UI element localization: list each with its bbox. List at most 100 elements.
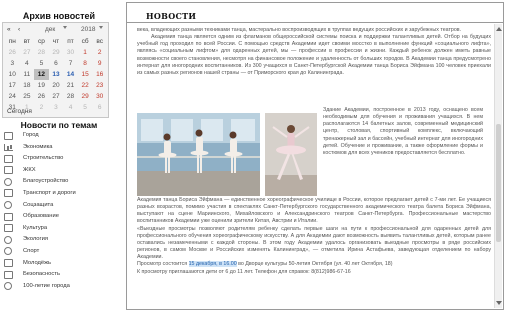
- topic-item[interactable]: Транспорт и дороги: [2, 188, 116, 200]
- calendar-day[interactable]: 27: [49, 91, 64, 102]
- topic-item[interactable]: Соцзащита: [2, 200, 116, 212]
- calendar-day[interactable]: 15: [78, 69, 93, 80]
- article-top: века, владеющих разными техниками танца,…: [137, 27, 491, 77]
- topic-item[interactable]: Образование: [2, 211, 116, 223]
- calendar-day[interactable]: 2: [92, 47, 107, 58]
- topic-item[interactable]: Молодёжь: [2, 258, 116, 270]
- news-header-title: НОВОСТИ: [146, 11, 197, 21]
- topic-label[interactable]: Благоустройство: [23, 178, 68, 184]
- topic-item[interactable]: Спорт: [2, 246, 116, 258]
- calendar-day[interactable]: 12: [34, 69, 49, 80]
- topic-label[interactable]: Экология: [23, 236, 48, 242]
- ballet-class-photo[interactable]: [137, 113, 260, 196]
- security-icon: [3, 270, 13, 279]
- topic-item[interactable]: Безопасность: [2, 269, 116, 281]
- calendar-day[interactable]: 14: [63, 69, 78, 80]
- calendar-day[interactable]: 29: [78, 91, 93, 102]
- topic-label[interactable]: Спорт: [23, 248, 39, 254]
- calendar-day[interactable]: 28: [34, 47, 49, 58]
- calendar-day[interactable]: 13: [49, 69, 64, 80]
- topic-label[interactable]: Город: [23, 132, 39, 138]
- calendar-day[interactable]: 20: [49, 80, 64, 91]
- calendar-day[interactable]: 26: [34, 91, 49, 102]
- today-link[interactable]: Сегодня: [7, 108, 32, 115]
- calendar-day[interactable]: 6: [49, 58, 64, 69]
- calendar-day[interactable]: 9: [92, 58, 107, 69]
- topic-label[interactable]: Транспорт и дороги: [23, 190, 76, 196]
- topic-label[interactable]: ЖКХ: [23, 167, 36, 173]
- topic-item[interactable]: Экономика: [2, 142, 116, 154]
- month-dropdown-icon[interactable]: [63, 26, 67, 29]
- weekday-label: вт: [23, 38, 30, 45]
- city-icon: [3, 131, 13, 140]
- topic-label[interactable]: Культура: [23, 225, 47, 231]
- year-dropdown-icon[interactable]: [99, 26, 103, 29]
- calendar-day[interactable]: 7: [63, 58, 78, 69]
- calendar-day[interactable]: 1: [78, 47, 93, 58]
- calendar-day[interactable]: 21: [63, 80, 78, 91]
- calendar-day[interactable]: 24: [5, 91, 20, 102]
- prev-year-icon[interactable]: «: [7, 26, 11, 33]
- calendar-year[interactable]: 2018: [81, 26, 95, 33]
- calendar-day[interactable]: 10: [5, 69, 20, 80]
- calendar-day[interactable]: 26: [5, 47, 20, 58]
- topic-label[interactable]: Строительство: [23, 155, 63, 161]
- calendar: « ‹ дек 2018 пн вт ср чт пт сб вс 26 27 28…: [2, 22, 109, 118]
- calendar-day[interactable]: 3: [49, 102, 64, 113]
- calendar-day[interactable]: 28: [63, 91, 78, 102]
- education-icon: [3, 212, 13, 221]
- calendar-day[interactable]: 19: [34, 80, 49, 91]
- calendar-day[interactable]: 30: [63, 47, 78, 58]
- topic-label[interactable]: 100-летие города: [23, 283, 70, 289]
- calendar-day[interactable]: 22: [78, 80, 93, 91]
- topic-item[interactable]: Благоустройство: [2, 176, 116, 188]
- calendar-day[interactable]: 4: [63, 102, 78, 113]
- calendar-day[interactable]: 30: [92, 91, 107, 102]
- weekday-label: вс: [96, 38, 103, 45]
- topics-title: Новости по темам: [20, 120, 98, 130]
- topic-item[interactable]: Экология: [2, 234, 116, 246]
- topic-item[interactable]: Город: [2, 130, 116, 142]
- prev-month-icon[interactable]: ‹: [18, 26, 20, 33]
- calendar-day[interactable]: 8: [78, 58, 93, 69]
- topic-label[interactable]: Молодёжь: [23, 260, 51, 266]
- calendar-day[interactable]: 5: [78, 102, 93, 113]
- weekday-label: чт: [52, 38, 60, 45]
- topic-label[interactable]: Безопасность: [23, 271, 60, 277]
- calendar-day[interactable]: 18: [20, 80, 35, 91]
- economy-icon: [3, 143, 13, 152]
- article-scrollbar[interactable]: [494, 24, 502, 308]
- calendar-month[interactable]: дек: [45, 26, 55, 33]
- weekday-label: пт: [67, 38, 74, 45]
- article-side-text: Здание Академии, построенное в 2013 году…: [323, 107, 483, 157]
- calendar-day[interactable]: 16: [92, 69, 107, 80]
- calendar-day[interactable]: 5: [34, 58, 49, 69]
- scroll-up-icon[interactable]: [496, 27, 502, 31]
- calendar-day[interactable]: 4: [20, 58, 35, 69]
- topic-label[interactable]: Образование: [23, 213, 59, 219]
- topic-item[interactable]: ЖКХ: [2, 165, 116, 177]
- article-lower: Академия танца Бориса Эйфмана — единстве…: [137, 197, 491, 276]
- ballet-dancer-photo[interactable]: [265, 113, 317, 196]
- calendar-day[interactable]: 2: [34, 102, 49, 113]
- event-paragraph: Просмотр состоится 15 декабря, в 16.00 в…: [137, 261, 491, 268]
- calendar-day[interactable]: 11: [20, 69, 35, 80]
- scroll-thumb[interactable]: [496, 124, 501, 242]
- calendar-day[interactable]: 27: [20, 47, 35, 58]
- topic-label[interactable]: Соцзащита: [23, 202, 53, 208]
- housing-icon: [3, 166, 13, 175]
- calendar-day[interactable]: 3: [5, 58, 20, 69]
- article-photos: [137, 113, 317, 196]
- calendar-day[interactable]: 6: [92, 102, 107, 113]
- calendar-day[interactable]: 17: [5, 80, 20, 91]
- calendar-day[interactable]: 29: [49, 47, 64, 58]
- weekday-label: ср: [37, 38, 45, 45]
- topic-item[interactable]: Культура: [2, 223, 116, 235]
- topic-item[interactable]: Строительство: [2, 153, 116, 165]
- topic-label[interactable]: Экономика: [23, 144, 53, 150]
- calendar-day[interactable]: 23: [92, 80, 107, 91]
- calendar-day[interactable]: 25: [20, 91, 35, 102]
- topic-item[interactable]: 100-летие города: [2, 281, 116, 293]
- topics-list: Город Экономика Строительство ЖКХ Благоустро…: [2, 130, 116, 292]
- scroll-down-icon[interactable]: [496, 301, 502, 305]
